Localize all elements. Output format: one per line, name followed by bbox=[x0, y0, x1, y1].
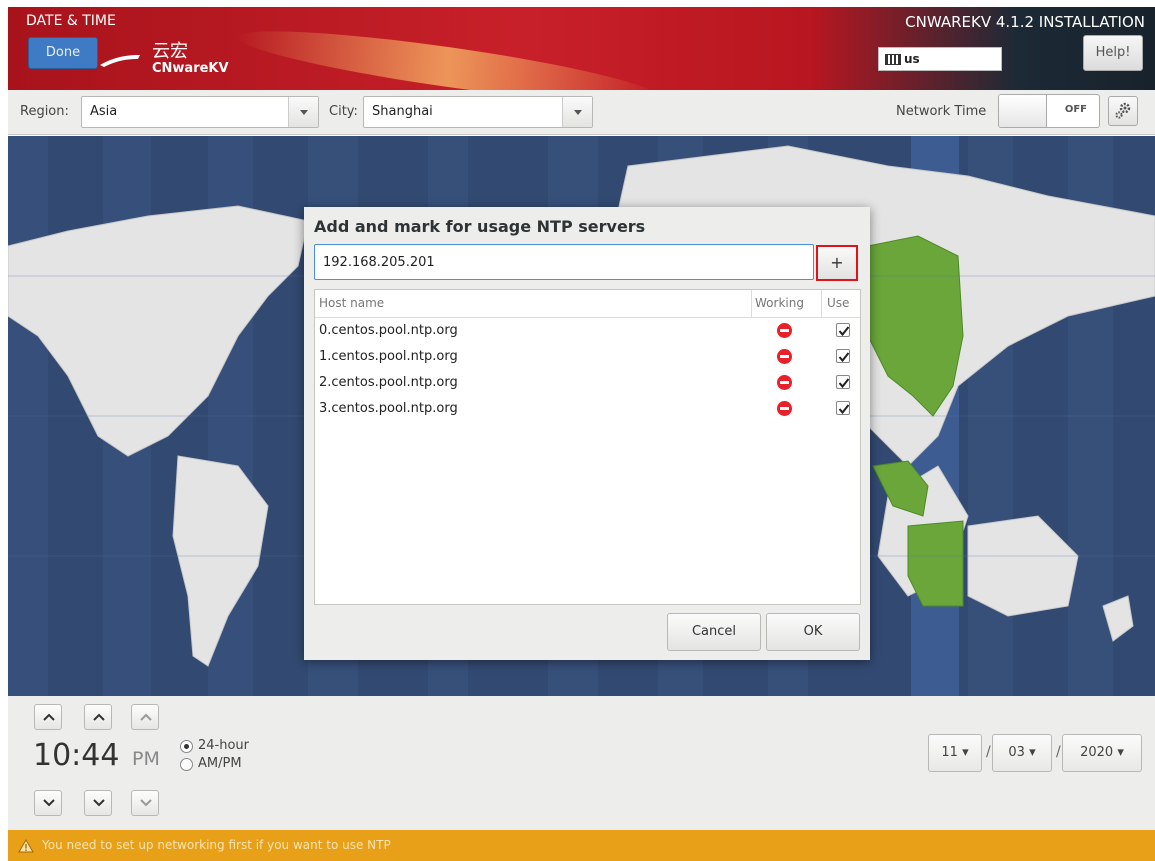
logo-chinese-text: 云宏 bbox=[152, 41, 188, 62]
header-bar: DATE & TIME Done 云宏 CNwareKV CNWAREKV 4.… bbox=[8, 7, 1155, 90]
region-toolbar: Region: Asia City: Shanghai Network Time… bbox=[8, 90, 1155, 135]
column-divider bbox=[751, 290, 752, 318]
period-up-button[interactable] bbox=[131, 704, 159, 730]
table-row[interactable]: 2.centos.pool.ntp.org bbox=[315, 370, 860, 396]
keyboard-layout-indicator[interactable]: us bbox=[878, 47, 1002, 71]
installation-title: CNWAREKV 4.1.2 INSTALLATION bbox=[905, 13, 1145, 31]
date-separator: / bbox=[1056, 744, 1061, 760]
use-checkbox[interactable] bbox=[836, 323, 850, 337]
network-time-label: Network Time bbox=[896, 104, 987, 119]
format-ampm-radio[interactable] bbox=[180, 758, 193, 771]
chevron-down-icon bbox=[140, 799, 152, 807]
dialog-title: Add and mark for usage NTP servers bbox=[314, 217, 646, 236]
ntp-server-table: Host name Working Use 0.centos.pool.ntp.… bbox=[314, 289, 861, 605]
year-combobox[interactable]: 2020 ▾ bbox=[1062, 734, 1142, 772]
day-value: 03 bbox=[1008, 745, 1025, 760]
format-ampm-label: AM/PM bbox=[198, 756, 242, 771]
format-24-label: 24-hour bbox=[198, 738, 250, 753]
switch-state: OFF bbox=[1064, 104, 1087, 115]
server-host: 1.centos.pool.ntp.org bbox=[319, 349, 458, 364]
chevron-down-icon bbox=[93, 799, 105, 807]
hour-down-button[interactable] bbox=[34, 790, 62, 816]
chevron-up-icon bbox=[93, 713, 105, 721]
chevron-up-icon bbox=[43, 713, 55, 721]
checkbox-checked-icon bbox=[838, 326, 850, 337]
server-host: 0.centos.pool.ntp.org bbox=[319, 323, 458, 338]
city-value: Shanghai bbox=[372, 104, 433, 119]
minute-down-button[interactable] bbox=[84, 790, 112, 816]
stop-icon bbox=[777, 401, 792, 416]
checkbox-checked-icon bbox=[838, 378, 850, 389]
ntp-servers-dialog: Add and mark for usage NTP servers + Hos… bbox=[304, 207, 870, 660]
column-host-name[interactable]: Host name bbox=[319, 296, 384, 310]
time-display: 10:44 bbox=[33, 738, 120, 773]
column-divider bbox=[821, 290, 822, 318]
column-use[interactable]: Use bbox=[827, 296, 849, 310]
checkbox-checked-icon bbox=[838, 404, 850, 415]
ntp-server-input[interactable] bbox=[314, 244, 814, 280]
table-row[interactable]: 0.centos.pool.ntp.org bbox=[315, 318, 860, 344]
stop-icon bbox=[777, 349, 792, 364]
switch-knob[interactable] bbox=[999, 95, 1047, 127]
server-host: 2.centos.pool.ntp.org bbox=[319, 375, 458, 390]
region-combobox[interactable]: Asia bbox=[81, 96, 319, 128]
chevron-down-icon bbox=[43, 799, 55, 807]
stop-icon bbox=[777, 375, 792, 390]
logo-mark-icon bbox=[100, 55, 140, 67]
format-24-radio[interactable] bbox=[180, 740, 193, 753]
keyboard-icon bbox=[885, 54, 901, 65]
city-combobox[interactable]: Shanghai bbox=[363, 96, 593, 128]
warning-bar: You need to set up networking first if y… bbox=[8, 830, 1155, 861]
month-combobox[interactable]: 11 ▾ bbox=[928, 734, 982, 772]
period-display: PM bbox=[132, 748, 160, 770]
cancel-button[interactable]: Cancel bbox=[667, 613, 761, 651]
spoke-title: DATE & TIME bbox=[26, 13, 116, 29]
network-time-switch[interactable]: OFF bbox=[998, 94, 1100, 128]
table-row[interactable]: 1.centos.pool.ntp.org bbox=[315, 344, 860, 370]
ok-button[interactable]: OK bbox=[766, 613, 860, 651]
table-row[interactable]: 3.centos.pool.ntp.org bbox=[315, 396, 860, 422]
time-date-panel: 10:44 PM 24-hour AM/PM 11 ▾ / 03 ▾ / 202… bbox=[8, 696, 1155, 830]
server-host: 3.centos.pool.ntp.org bbox=[319, 401, 458, 416]
done-button[interactable]: Done bbox=[28, 37, 98, 69]
period-down-button[interactable] bbox=[131, 790, 159, 816]
keyboard-layout-value: us bbox=[904, 52, 920, 66]
day-combobox[interactable]: 03 ▾ bbox=[992, 734, 1052, 772]
column-working[interactable]: Working bbox=[755, 296, 804, 310]
use-checkbox[interactable] bbox=[836, 349, 850, 363]
chevron-down-icon[interactable] bbox=[562, 97, 592, 127]
help-button[interactable]: Help! bbox=[1083, 35, 1143, 71]
hour-up-button[interactable] bbox=[34, 704, 62, 730]
stop-icon bbox=[777, 323, 792, 338]
logo-product-name: CNwareKV bbox=[152, 61, 229, 76]
gear-icon bbox=[1115, 102, 1131, 119]
add-server-button[interactable]: + bbox=[816, 245, 858, 281]
use-checkbox[interactable] bbox=[836, 375, 850, 389]
chevron-down-icon[interactable] bbox=[288, 97, 318, 127]
date-separator: / bbox=[986, 744, 991, 760]
month-value: 11 bbox=[941, 745, 958, 760]
minute-up-button[interactable] bbox=[84, 704, 112, 730]
checkbox-checked-icon bbox=[838, 352, 850, 363]
region-label: Region: bbox=[20, 104, 69, 119]
year-value: 2020 bbox=[1080, 745, 1114, 760]
warning-message: You need to set up networking first if y… bbox=[42, 838, 391, 852]
warning-icon bbox=[18, 839, 34, 853]
city-label: City: bbox=[329, 104, 358, 119]
table-header: Host name Working Use bbox=[315, 290, 860, 318]
logo-swoosh bbox=[238, 17, 658, 90]
use-checkbox[interactable] bbox=[836, 401, 850, 415]
region-value: Asia bbox=[90, 104, 118, 119]
chevron-up-icon bbox=[140, 713, 152, 721]
ntp-settings-button[interactable] bbox=[1108, 96, 1138, 126]
